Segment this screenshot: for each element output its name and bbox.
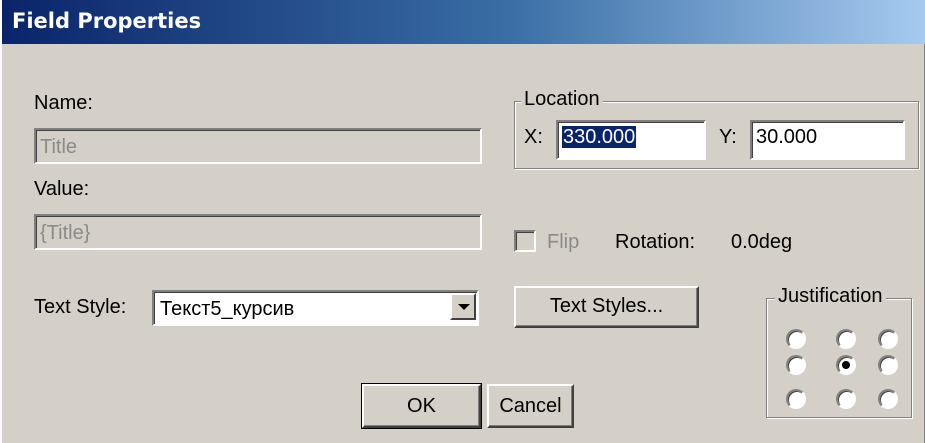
justify-top-right-radio[interactable] (878, 329, 898, 349)
cancel-button[interactable]: Cancel (487, 384, 574, 428)
text-styles-button[interactable]: Text Styles... (514, 286, 699, 328)
rotation-value: 0.0deg (731, 231, 793, 253)
location-x-input[interactable]: 330.000 (556, 120, 706, 160)
title-bar[interactable]: Field Properties (2, 0, 925, 44)
flip-label: Flip (547, 231, 580, 253)
justify-middle-center-radio[interactable] (836, 355, 856, 375)
window-title: Field Properties (12, 9, 202, 33)
justify-middle-left-radio[interactable] (786, 355, 806, 375)
flip-checkbox[interactable] (514, 230, 536, 252)
justify-top-center-radio[interactable] (836, 329, 856, 349)
justify-bottom-left-radio[interactable] (786, 389, 806, 409)
value-label: Value: (34, 178, 90, 200)
value-value: {Title} (40, 222, 91, 244)
justification-legend: Justification (775, 285, 886, 308)
name-field: Title (34, 128, 482, 164)
location-y-label: Y: (719, 126, 737, 148)
justify-top-left-radio[interactable] (786, 329, 806, 349)
justify-bottom-right-radio[interactable] (878, 389, 898, 409)
field-properties-dialog: Field Properties Name: Title Value: {Tit… (0, 0, 925, 443)
rotation-label: Rotation: (615, 231, 696, 253)
name-label: Name: (34, 92, 93, 114)
location-y-input[interactable]: 30.000 (750, 120, 905, 160)
ok-button[interactable]: OK (361, 383, 482, 429)
text-style-select[interactable]: Текст5_курсив (152, 290, 479, 326)
text-style-label: Text Style: (34, 296, 127, 318)
location-y-value: 30.000 (756, 126, 818, 148)
location-legend: Location (521, 88, 603, 111)
justify-middle-right-radio[interactable] (878, 355, 898, 375)
location-x-label: X: (524, 126, 543, 148)
chevron-down-icon[interactable] (450, 293, 476, 320)
value-field: {Title} (34, 214, 482, 250)
name-value: Title (40, 136, 78, 158)
location-x-value: 330.000 (562, 126, 637, 148)
text-style-selected: Текст5_курсив (160, 298, 295, 320)
justify-bottom-center-radio[interactable] (836, 389, 856, 409)
